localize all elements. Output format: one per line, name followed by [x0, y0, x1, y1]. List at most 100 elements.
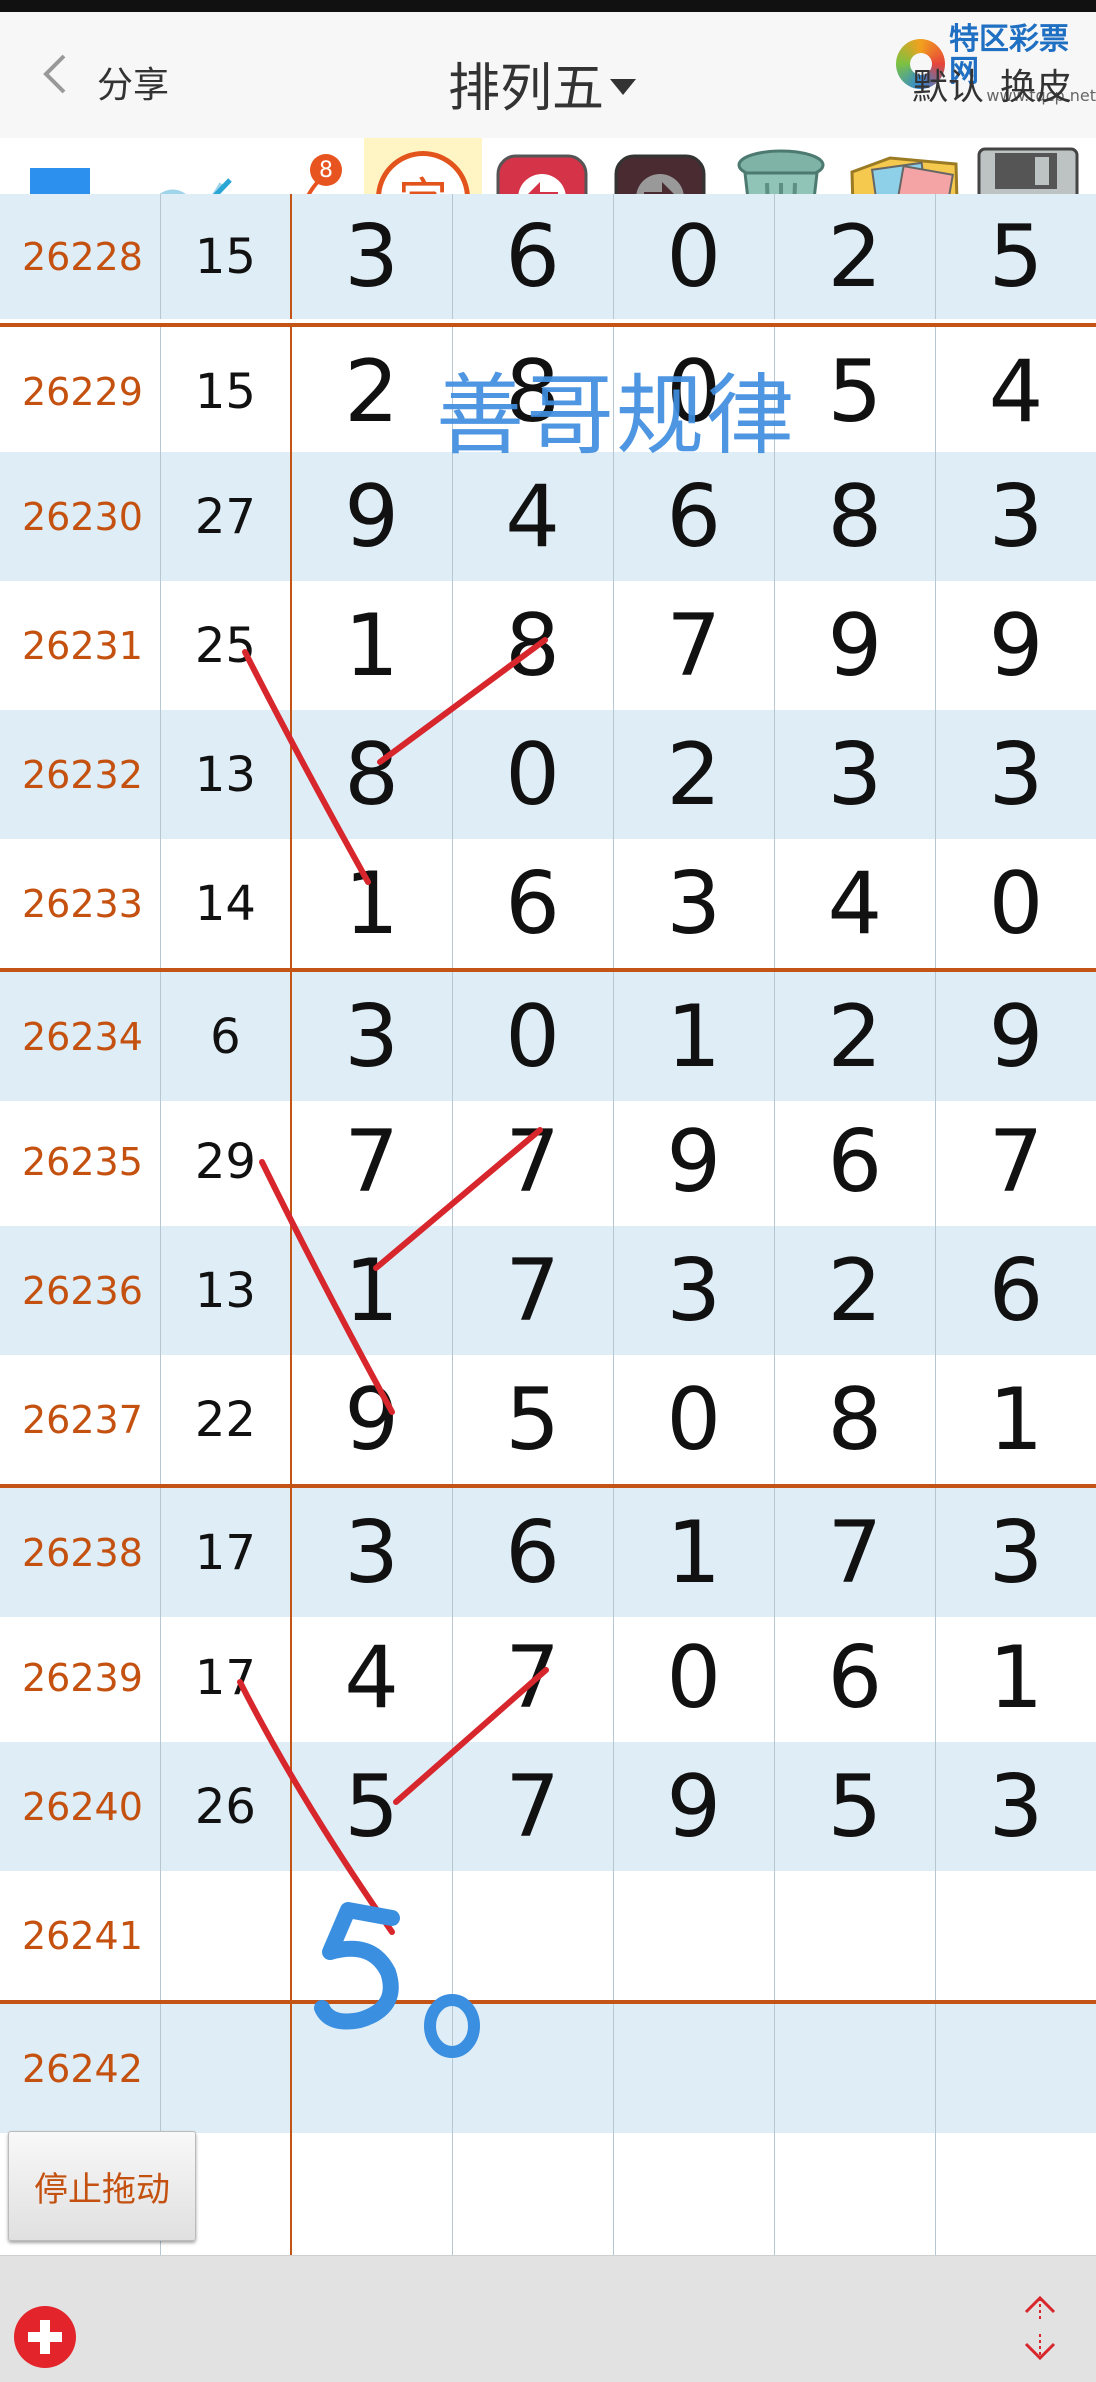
digit-cell[interactable]: 6	[453, 839, 614, 968]
digit-cell[interactable]: 7	[453, 1226, 614, 1355]
digit-cell[interactable]: 7	[453, 1742, 614, 1871]
digit-cell[interactable]: 6	[775, 1097, 936, 1226]
digit-cell[interactable]: 0	[614, 194, 775, 319]
digit-cell[interactable]: 2	[775, 194, 936, 319]
digit-cell[interactable]: 6	[453, 1488, 614, 1617]
digit-cell[interactable]: 3	[936, 452, 1096, 581]
digit-cell[interactable]: 4	[292, 1613, 453, 1742]
digit-cell[interactable]: 9	[614, 1742, 775, 1871]
digit-cell[interactable]: 1	[614, 972, 775, 1101]
digit-cell[interactable]: 3	[936, 1742, 1096, 1871]
digit-cell[interactable]	[614, 1871, 775, 2000]
digit-cell[interactable]: 5	[292, 1742, 453, 1871]
scroll-updown-icon[interactable]	[1020, 2292, 1060, 2364]
digit-cell[interactable]: 1	[292, 1226, 453, 1355]
digit-cell[interactable]	[775, 2004, 936, 2133]
digit-cell[interactable]: 7	[453, 1613, 614, 1742]
digit-cell[interactable]: 0	[453, 972, 614, 1101]
digit-cell[interactable]: 1	[292, 581, 453, 710]
digit-cell[interactable]	[453, 1871, 614, 2000]
digit-cell[interactable]: 4	[775, 839, 936, 968]
digit-cell[interactable]: 7	[936, 1097, 1096, 1226]
digit-cell[interactable]	[292, 2129, 453, 2255]
back-chevron-icon[interactable]	[38, 52, 72, 96]
table-row: 26228 15 3 6 0 2 5	[0, 194, 1096, 319]
digit-cell[interactable]: 3	[936, 1488, 1096, 1617]
digit-cell[interactable]	[775, 2129, 936, 2255]
digit-cell[interactable]: 2	[292, 327, 453, 456]
sum-value: 17	[161, 1613, 292, 1742]
digit-cell[interactable]: 0	[453, 710, 614, 839]
digit-cell[interactable]: 8	[775, 452, 936, 581]
digit-cell[interactable]	[292, 2004, 453, 2133]
digit-cell[interactable]: 9	[936, 972, 1096, 1101]
digit-cell[interactable]: 2	[614, 710, 775, 839]
digit-cell[interactable]: 9	[292, 452, 453, 581]
change-skin-button[interactable]: 换皮	[1000, 58, 1072, 110]
sum-value: 6	[161, 972, 292, 1101]
digit-cell[interactable]: 6	[936, 1226, 1096, 1355]
sum-value	[161, 1871, 292, 2000]
digit-cell[interactable]: 6	[775, 1613, 936, 1742]
table-row: 26242	[0, 2000, 1096, 2133]
table-row: 26240 26 5 7 9 5 3	[0, 1742, 1096, 1871]
table-row: 26234 6 3 0 1 2 9	[0, 968, 1096, 1101]
table-row: 26231 25 1 8 7 9 9	[0, 581, 1096, 710]
app-header: 分享 排列五 特区彩票网 www.tqcp.net 默认 换皮	[0, 12, 1096, 139]
digit-cell[interactable]: 3	[614, 839, 775, 968]
digit-cell[interactable]: 7	[292, 1097, 453, 1226]
digit-cell[interactable]: 3	[292, 194, 453, 319]
add-icon[interactable]	[14, 2306, 76, 2368]
digit-cell[interactable]	[775, 1871, 936, 2000]
digit-cell[interactable]: 3	[775, 710, 936, 839]
digit-cell[interactable]: 1	[936, 1355, 1096, 1484]
digit-cell[interactable]: 8	[775, 1355, 936, 1484]
digit-cell[interactable]: 9	[775, 581, 936, 710]
digit-cell[interactable]	[453, 2129, 614, 2255]
digit-cell[interactable]: 7	[453, 1097, 614, 1226]
digit-cell[interactable]: 2	[775, 972, 936, 1101]
digit-cell[interactable]	[614, 2129, 775, 2255]
digit-cell[interactable]	[936, 2129, 1096, 2255]
digit-cell[interactable]: 3	[936, 710, 1096, 839]
digit-cell[interactable]: 2	[775, 1226, 936, 1355]
issue-number: 26239	[0, 1613, 162, 1742]
digit-cell[interactable]: 3	[614, 1226, 775, 1355]
caret-down-icon	[610, 78, 637, 95]
digit-cell[interactable]: 1	[614, 1488, 775, 1617]
digit-cell[interactable]	[614, 2004, 775, 2133]
digit-cell[interactable]: 5	[936, 194, 1096, 319]
digit-cell[interactable]: 1	[292, 839, 453, 968]
digit-cell[interactable]: 3	[292, 972, 453, 1101]
table-row: 26238 17 3 6 1 7 3	[0, 1484, 1096, 1617]
digit-cell[interactable]: 5	[775, 1742, 936, 1871]
digit-cell[interactable]: 4	[936, 327, 1096, 456]
stop-drag-button[interactable]: 停止拖动	[8, 2131, 196, 2241]
digit-cell[interactable]: 8	[453, 581, 614, 710]
digit-cell[interactable]: 1	[936, 1613, 1096, 1742]
digit-cell[interactable]: 9	[936, 581, 1096, 710]
digit-cell[interactable]: 3	[292, 1488, 453, 1617]
digit-cell[interactable]	[292, 1871, 453, 2000]
table-row: 26232 13 8 0 2 3 3	[0, 710, 1096, 839]
digit-cell[interactable]: 0	[936, 839, 1096, 968]
digit-cell[interactable]: 5	[453, 1355, 614, 1484]
digit-cell[interactable]: 7	[614, 581, 775, 710]
digit-cell[interactable]: 0	[614, 1613, 775, 1742]
digit-cell[interactable]: 5	[775, 327, 936, 456]
digit-cell[interactable]	[936, 2004, 1096, 2133]
share-button[interactable]: 分享	[97, 56, 169, 108]
table-row: 26233 14 1 6 3 4 0	[0, 839, 1096, 968]
digit-cell[interactable]: 0	[614, 1355, 775, 1484]
digit-cell[interactable]: 8	[292, 710, 453, 839]
issue-number: 26242	[0, 2004, 162, 2133]
lottery-type-dropdown[interactable]: 排列五	[448, 46, 637, 121]
digit-cell[interactable]: 7	[775, 1488, 936, 1617]
digit-cell[interactable]: 9	[614, 1097, 775, 1226]
digit-cell[interactable]	[453, 2004, 614, 2133]
digit-cell[interactable]: 9	[292, 1355, 453, 1484]
digit-cell[interactable]	[936, 1871, 1096, 2000]
default-button[interactable]: 默认	[912, 58, 984, 110]
digit-cell[interactable]: 6	[453, 194, 614, 319]
sum-value: 13	[161, 710, 292, 839]
